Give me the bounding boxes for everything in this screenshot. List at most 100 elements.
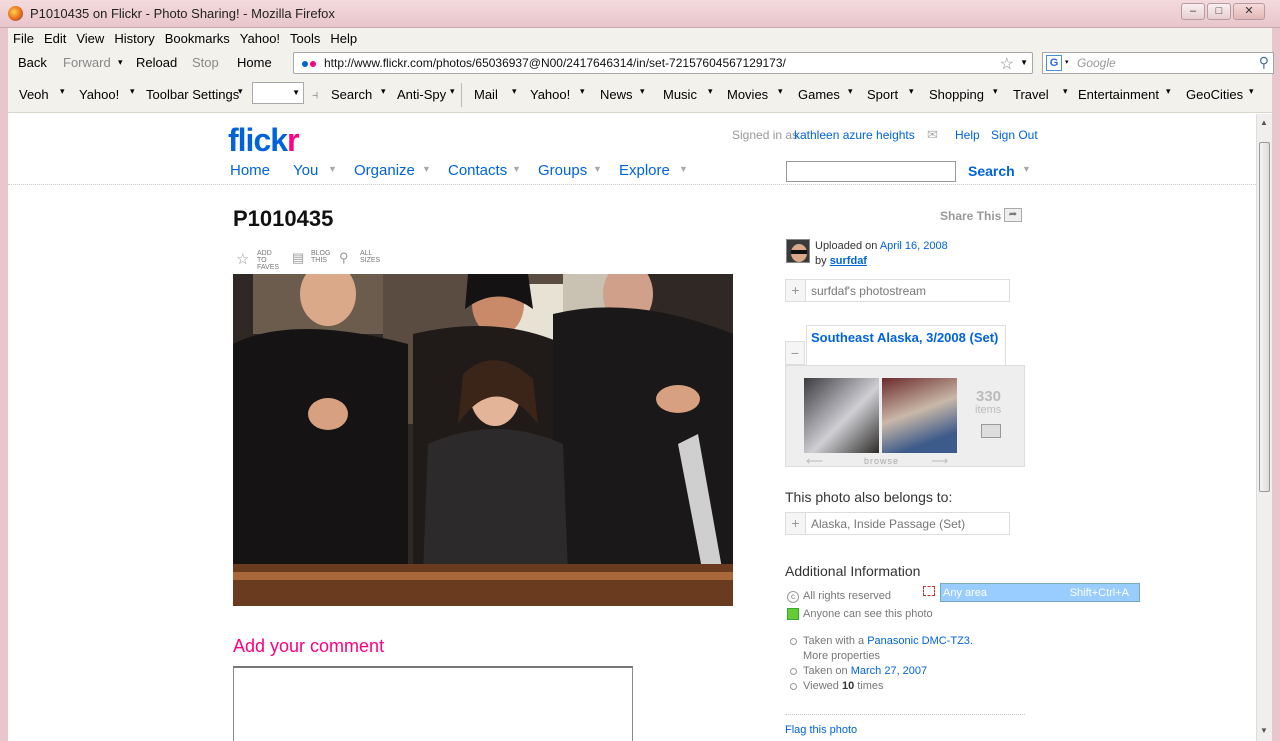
stop-button[interactable]: Stop: [192, 55, 219, 70]
toolbar-travel[interactable]: Travel: [1013, 87, 1049, 102]
back-button[interactable]: Back: [18, 55, 47, 70]
chevron-down-icon[interactable]: ▼: [512, 164, 521, 174]
capture-area-menu-item[interactable]: Any area Shift+Ctrl+A: [940, 583, 1140, 602]
chevron-down-icon[interactable]: ▾: [130, 86, 135, 97]
chevron-down-icon[interactable]: ▾: [778, 86, 783, 97]
taken-date-link[interactable]: March 27, 2007: [851, 665, 927, 677]
share-icon[interactable]: ➦: [1004, 208, 1022, 222]
expand-plus-icon[interactable]: +: [786, 280, 806, 301]
search-box[interactable]: G ▾ Google ⚲: [1042, 52, 1274, 74]
chevron-down-icon[interactable]: ▼: [679, 164, 688, 174]
flickr-search-input[interactable]: [786, 161, 956, 182]
blog-this-button[interactable]: BLOG THIS: [311, 250, 330, 264]
toolbar-antispy[interactable]: Anti-Spy: [397, 87, 446, 102]
username-link[interactable]: kathleen azure heights: [794, 128, 915, 142]
toolbar-entertainment[interactable]: Entertainment: [1078, 87, 1159, 102]
reload-button[interactable]: Reload: [136, 55, 177, 70]
flickr-nav-home[interactable]: Home: [230, 162, 270, 179]
chevron-down-icon[interactable]: ▼: [1022, 164, 1031, 174]
bookmark-star-icon[interactable]: ☆: [1000, 54, 1014, 74]
more-properties-link[interactable]: More properties: [803, 650, 880, 662]
chevron-down-icon[interactable]: ▾: [450, 86, 455, 97]
chevron-down-icon[interactable]: ▾: [1166, 86, 1171, 97]
menu-view[interactable]: View: [71, 28, 109, 46]
help-link[interactable]: Help: [955, 128, 980, 142]
set-thumbnail-next[interactable]: [882, 378, 957, 453]
comment-textarea[interactable]: [233, 666, 633, 741]
toolbar-search-select[interactable]: [252, 82, 304, 104]
menu-edit[interactable]: Edit: [39, 28, 71, 46]
blog-icon[interactable]: ▤: [292, 250, 304, 266]
chevron-down-icon[interactable]: ▼: [422, 164, 431, 174]
main-photo[interactable]: [233, 274, 733, 606]
chevron-down-icon[interactable]: ▾: [580, 86, 585, 97]
chevron-down-icon[interactable]: ▾: [381, 86, 386, 97]
google-engine-icon[interactable]: G: [1046, 55, 1062, 71]
flickr-search-button[interactable]: Search: [968, 163, 1015, 179]
chevron-down-icon[interactable]: ▾: [60, 86, 65, 97]
photostream-link[interactable]: surfdaf's photostream: [811, 284, 926, 298]
history-dropdown-icon[interactable]: ▾: [118, 57, 123, 68]
toolbar-shopping[interactable]: Shopping: [929, 87, 984, 102]
toolbar-news[interactable]: News: [600, 87, 633, 102]
url-dropdown-icon[interactable]: ▼: [1020, 58, 1028, 67]
engine-dropdown-icon[interactable]: ▾: [1065, 58, 1069, 66]
chevron-down-icon[interactable]: ▾: [1063, 86, 1068, 97]
chevron-down-icon[interactable]: ▼: [593, 164, 602, 174]
toolbar-mail[interactable]: Mail: [474, 87, 498, 102]
flickr-nav-explore[interactable]: Explore: [619, 162, 670, 179]
chevron-down-icon[interactable]: ▾: [512, 86, 517, 97]
toolbar-search[interactable]: Search: [331, 87, 372, 102]
menu-file[interactable]: File: [8, 28, 39, 46]
chevron-down-icon[interactable]: ▼: [328, 164, 337, 174]
toolbar-yahoo-2[interactable]: Yahoo!: [530, 87, 570, 102]
close-button[interactable]: ✕: [1233, 3, 1265, 20]
signout-link[interactable]: Sign Out: [991, 128, 1038, 142]
toolbar-yahoo[interactable]: Yahoo!: [79, 87, 119, 102]
owner-link[interactable]: surfdaf: [830, 255, 867, 267]
flickr-nav-you[interactable]: You: [293, 162, 318, 179]
flickr-nav-contacts[interactable]: Contacts: [448, 162, 507, 179]
chevron-down-icon[interactable]: ▾: [909, 86, 914, 97]
photostream-context[interactable]: + surfdaf's photostream: [785, 279, 1010, 302]
scrollbar-thumb[interactable]: [1259, 142, 1270, 492]
address-bar[interactable]: http://www.flickr.com/photos/65036937@N0…: [293, 52, 1033, 74]
chevron-down-icon[interactable]: ▾: [708, 86, 713, 97]
menu-tools[interactable]: Tools: [285, 28, 325, 46]
toolbar-movies[interactable]: Movies: [727, 87, 768, 102]
upload-date-link[interactable]: April 16, 2008: [880, 240, 948, 252]
chevron-down-icon[interactable]: ▾: [640, 86, 645, 97]
star-icon[interactable]: ☆: [236, 250, 249, 268]
flickr-nav-organize[interactable]: Organize: [354, 162, 415, 179]
menu-help[interactable]: Help: [325, 28, 362, 46]
chevron-down-icon[interactable]: ▾: [238, 86, 243, 97]
magnifier-icon[interactable]: ⚲: [339, 250, 349, 266]
slideshow-icon[interactable]: [981, 424, 1001, 438]
expand-plus-icon[interactable]: +: [786, 513, 806, 534]
toolbar-geocities[interactable]: GeoCities: [1186, 87, 1243, 102]
share-this-link[interactable]: Share This: [940, 209, 1001, 223]
menu-history[interactable]: History: [109, 28, 159, 46]
other-set-context[interactable]: + Alaska, Inside Passage (Set): [785, 512, 1010, 535]
set-thumbnail-prev[interactable]: [804, 378, 879, 453]
flag-photo-link[interactable]: Flag this photo: [785, 724, 857, 736]
camera-link[interactable]: Panasonic DMC-TZ3.: [867, 635, 973, 647]
search-icon[interactable]: ⚲: [1259, 54, 1269, 71]
chevron-down-icon[interactable]: ▾: [1249, 86, 1254, 97]
home-button[interactable]: Home: [237, 55, 272, 70]
chevron-down-icon[interactable]: ▾: [848, 86, 853, 97]
toolbar-veoh[interactable]: Veoh: [19, 87, 49, 102]
scroll-up-icon[interactable]: ▲: [1260, 118, 1268, 127]
vertical-scrollbar[interactable]: ▲ ▼: [1256, 114, 1272, 741]
toolbar-sport[interactable]: Sport: [867, 87, 898, 102]
chevron-down-icon[interactable]: ▾: [993, 86, 998, 97]
set-title-link[interactable]: Southeast Alaska, 3/2008 (Set): [806, 325, 1006, 365]
add-to-faves-button[interactable]: ADD TO FAVES: [257, 250, 279, 271]
all-sizes-button[interactable]: ALL SIZES: [360, 250, 380, 264]
maximize-button[interactable]: □: [1207, 3, 1231, 20]
collapse-minus-icon[interactable]: −: [785, 341, 805, 365]
mail-icon[interactable]: ✉: [927, 127, 938, 143]
forward-button[interactable]: Forward: [63, 55, 111, 70]
menu-bookmarks[interactable]: Bookmarks: [160, 28, 235, 46]
prev-arrow-icon[interactable]: ⟵: [806, 454, 823, 468]
